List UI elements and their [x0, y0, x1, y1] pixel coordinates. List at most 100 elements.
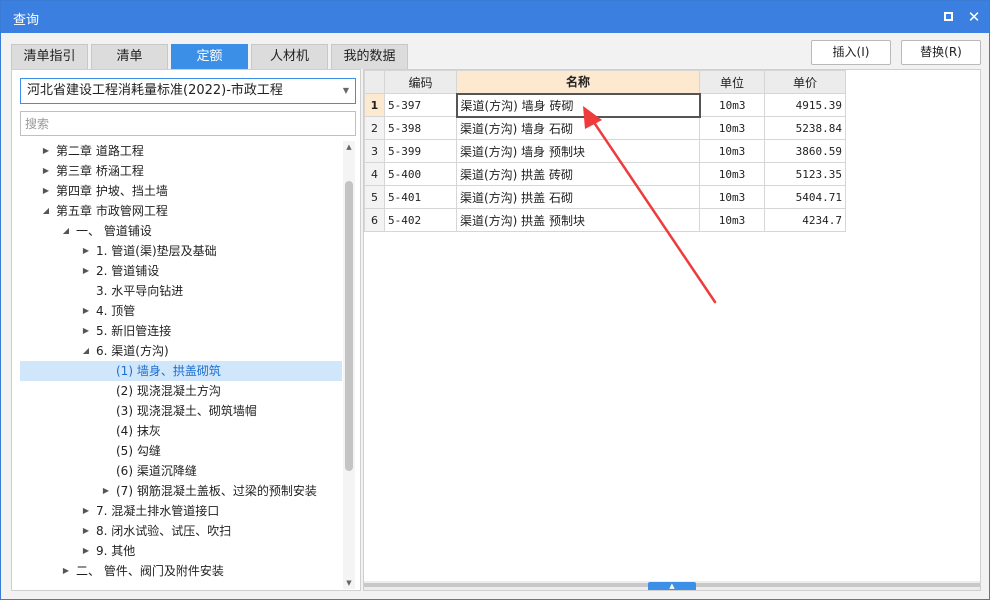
- tree-scrollbar[interactable]: ▲ ▼: [343, 141, 355, 589]
- quota-price[interactable]: 5238.84: [764, 116, 846, 140]
- tree-node[interactable]: ▶ 第二章 道路工程: [20, 141, 342, 161]
- quota-unit[interactable]: 10m3: [699, 139, 765, 163]
- close-icon[interactable]: ✕: [965, 8, 983, 26]
- tab-labor-material-machine[interactable]: 人材机: [251, 44, 328, 69]
- quota-price[interactable]: 5123.35: [764, 162, 846, 186]
- scrollbar-thumb[interactable]: [345, 181, 353, 471]
- table-row[interactable]: 1 5-397 渠道(方沟) 墙身 砖砌 10m3 4915.39: [364, 92, 846, 118]
- title-bar[interactable]: 查询 ✕: [1, 1, 989, 33]
- expand-arrow-icon[interactable]: ▶: [80, 541, 92, 561]
- tree-node-label: 8. 闭水试验、试压、吹扫: [96, 524, 232, 538]
- quota-price[interactable]: 5404.71: [764, 185, 846, 209]
- expand-arrow-icon[interactable]: ▶: [80, 521, 92, 541]
- tree-node-label: 第三章 桥涵工程: [56, 164, 144, 178]
- name-column-header[interactable]: 名称: [456, 70, 700, 94]
- expand-arrow-icon[interactable]: ▶: [80, 301, 92, 321]
- quota-code[interactable]: 5-400: [384, 162, 457, 186]
- collapse-arrow-icon[interactable]: ◢: [60, 221, 72, 241]
- collapse-arrow-icon[interactable]: ◢: [40, 201, 52, 221]
- query-dialog: 查询 ✕ 清单指引 清单 定额 人材机 我的数据 插入(I) 替换(R) 河北省…: [0, 0, 990, 600]
- quota-grid-panel: 编码 名称 单位 单价 1 5-397 渠道(方沟) 墙身 砖砌 10m3 49…: [363, 69, 981, 591]
- tree-node[interactable]: (4) 抹灰: [20, 421, 342, 441]
- tree-node-label: 2. 管道铺设: [96, 264, 160, 278]
- tree-node-label: (6) 渠道沉降缝: [116, 464, 197, 478]
- tree-node[interactable]: ▶ 5. 新旧管连接: [20, 321, 342, 341]
- scroll-up-icon[interactable]: ▲: [343, 141, 355, 153]
- quota-unit[interactable]: 10m3: [699, 116, 765, 140]
- tree-node[interactable]: ▶ 7. 混凝土排水管道接口: [20, 501, 342, 521]
- quota-code[interactable]: 5-402: [384, 208, 457, 232]
- tree-node[interactable]: ▶ 9. 其他: [20, 541, 342, 561]
- quota-price[interactable]: 4915.39: [764, 93, 846, 117]
- tab-quota[interactable]: 定额: [171, 44, 248, 69]
- tree-node[interactable]: ◢ 6. 渠道(方沟): [20, 341, 342, 361]
- tree-node-label: 6. 渠道(方沟): [96, 344, 169, 358]
- tree-node[interactable]: ▶ 第四章 护坡、挡土墙: [20, 181, 342, 201]
- maximize-icon[interactable]: [939, 8, 957, 26]
- table-row[interactable]: 5 5-401 渠道(方沟) 拱盖 石砌 10m3 5404.71: [364, 185, 846, 209]
- tree-node[interactable]: (3) 现浇混凝土、砌筑墙帽: [20, 401, 342, 421]
- quota-name[interactable]: 渠道(方沟) 拱盖 石砌: [456, 185, 700, 209]
- expand-arrow-icon[interactable]: ▶: [40, 181, 52, 201]
- table-row[interactable]: 6 5-402 渠道(方沟) 拱盖 预制块 10m3 4234.7: [364, 208, 846, 232]
- tree-node-label: 一、 管道铺设: [76, 224, 152, 238]
- quota-code[interactable]: 5-398: [384, 116, 457, 140]
- table-row[interactable]: 3 5-399 渠道(方沟) 墙身 预制块 10m3 3860.59: [364, 139, 846, 163]
- tree-node[interactable]: ▶ (7) 钢筋混凝土盖板、过梁的预制安装: [20, 481, 342, 501]
- tab-my-data[interactable]: 我的数据: [331, 44, 408, 69]
- quota-code[interactable]: 5-399: [384, 139, 457, 163]
- row-index: 5: [364, 185, 385, 209]
- expand-arrow-icon[interactable]: ▶: [40, 141, 52, 161]
- expand-arrow-icon[interactable]: ▶: [60, 561, 72, 581]
- tree-node[interactable]: ▶ 8. 闭水试验、试压、吹扫: [20, 521, 342, 541]
- quota-price[interactable]: 3860.59: [764, 139, 846, 163]
- tree-node[interactable]: (5) 勾缝: [20, 441, 342, 461]
- collapse-panel-button[interactable]: ▲: [648, 582, 696, 590]
- expand-arrow-icon[interactable]: ▶: [80, 261, 92, 281]
- table-row[interactable]: 2 5-398 渠道(方沟) 墙身 石砌 10m3 5238.84: [364, 116, 846, 140]
- tree-node[interactable]: 3. 水平导向钻进: [20, 281, 342, 301]
- tree-node-selected[interactable]: (1) 墙身、拱盖砌筑: [20, 361, 342, 381]
- tab-bill-guide[interactable]: 清单指引: [11, 44, 88, 69]
- tab-bill[interactable]: 清单: [91, 44, 168, 69]
- code-column-header[interactable]: 编码: [384, 70, 457, 94]
- quota-unit[interactable]: 10m3: [699, 162, 765, 186]
- tree-node[interactable]: ◢ 一、 管道铺设: [20, 221, 342, 241]
- quota-unit[interactable]: 10m3: [699, 208, 765, 232]
- tree-node-label: (2) 现浇混凝土方沟: [116, 384, 221, 398]
- tree-node[interactable]: ◢ 第五章 市政管网工程: [20, 201, 342, 221]
- quota-tree-panel: 河北省建设工程消耗量标准(2022)-市政工程 ▼ ▶ 第二章 道路工程 ▶ 第三章…: [11, 69, 361, 591]
- expand-arrow-icon[interactable]: ▶: [80, 241, 92, 261]
- collapse-arrow-icon[interactable]: ◢: [80, 341, 92, 361]
- library-select[interactable]: 河北省建设工程消耗量标准(2022)-市政工程 ▼: [20, 78, 356, 104]
- price-column-header[interactable]: 单价: [764, 70, 846, 94]
- quota-name[interactable]: 渠道(方沟) 墙身 砖砌: [455, 92, 701, 118]
- quota-code[interactable]: 5-401: [384, 185, 457, 209]
- expand-arrow-icon[interactable]: ▶: [80, 321, 92, 341]
- tree-node[interactable]: ▶ 2. 管道铺设: [20, 261, 342, 281]
- expand-arrow-icon[interactable]: ▶: [80, 501, 92, 521]
- tree-node[interactable]: ▶ 4. 顶管: [20, 301, 342, 321]
- quota-name[interactable]: 渠道(方沟) 墙身 预制块: [456, 139, 700, 163]
- insert-button[interactable]: 插入(I): [811, 40, 891, 65]
- expand-arrow-icon[interactable]: ▶: [40, 161, 52, 181]
- quota-name[interactable]: 渠道(方沟) 拱盖 砖砌: [456, 162, 700, 186]
- search-input[interactable]: [20, 111, 356, 136]
- scroll-down-icon[interactable]: ▼: [343, 577, 355, 589]
- quota-name[interactable]: 渠道(方沟) 墙身 石砌: [456, 116, 700, 140]
- tree-node[interactable]: (2) 现浇混凝土方沟: [20, 381, 342, 401]
- quota-unit[interactable]: 10m3: [699, 93, 765, 117]
- unit-column-header[interactable]: 单位: [699, 70, 765, 94]
- tree-node[interactable]: ▶ 二、 管件、阀门及附件安装: [20, 561, 342, 581]
- tree-node[interactable]: ▶ 1. 管道(渠)垫层及基础: [20, 241, 342, 261]
- quota-unit[interactable]: 10m3: [699, 185, 765, 209]
- expand-arrow-icon[interactable]: ▶: [100, 481, 112, 501]
- quota-price[interactable]: 4234.7: [764, 208, 846, 232]
- tree-node[interactable]: ▶ 第三章 桥涵工程: [20, 161, 342, 181]
- row-index-header[interactable]: [364, 70, 385, 94]
- replace-button[interactable]: 替换(R): [901, 40, 981, 65]
- table-row[interactable]: 4 5-400 渠道(方沟) 拱盖 砖砌 10m3 5123.35: [364, 162, 846, 186]
- quota-code[interactable]: 5-397: [384, 93, 457, 117]
- quota-name[interactable]: 渠道(方沟) 拱盖 预制块: [456, 208, 700, 232]
- tree-node[interactable]: (6) 渠道沉降缝: [20, 461, 342, 481]
